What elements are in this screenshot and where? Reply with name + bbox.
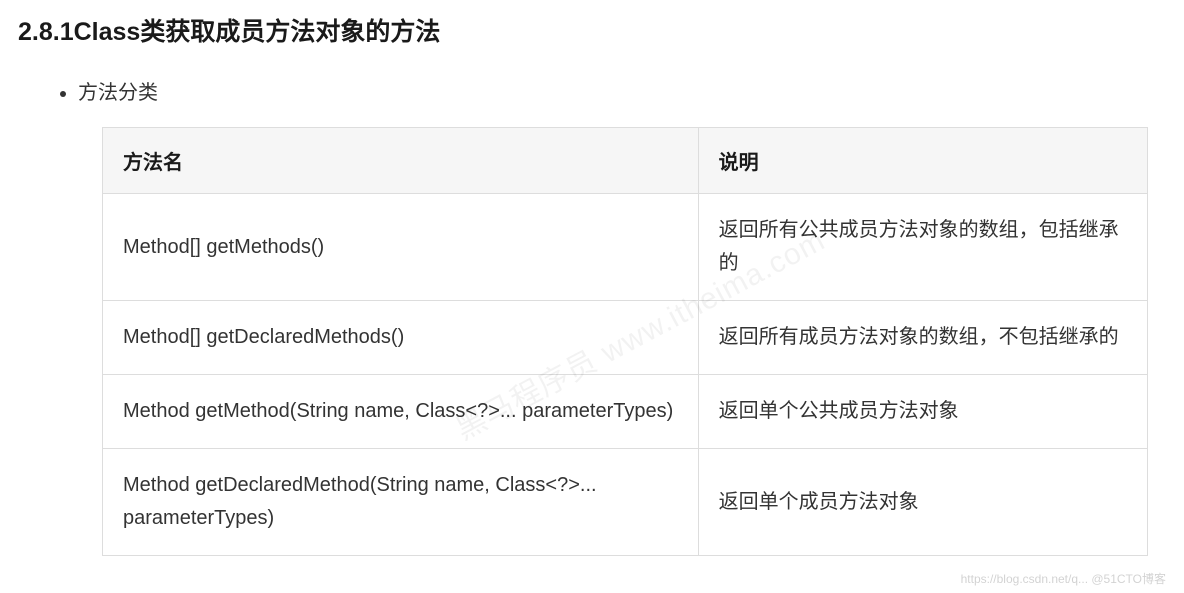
table-row: Method getMethod(String name, Class<?>..…	[103, 375, 1148, 449]
bullet-list: 方法分类	[18, 76, 1166, 105]
header-description: 说明	[698, 128, 1147, 194]
bullet-item: 方法分类	[78, 76, 1166, 105]
table-row: Method[] getMethods() 返回所有公共成员方法对象的数组，包括…	[103, 194, 1148, 301]
cell-method: Method getMethod(String name, Class<?>..…	[103, 375, 699, 449]
cell-desc: 返回单个成员方法对象	[698, 449, 1147, 556]
watermark-bottom-right: https://blog.csdn.net/q... @51CTO博客	[961, 570, 1166, 587]
table-row: Method getDeclaredMethod(String name, Cl…	[103, 449, 1148, 556]
table-row: Method[] getDeclaredMethods() 返回所有成员方法对象…	[103, 301, 1148, 375]
cell-method: Method[] getMethods()	[103, 194, 699, 301]
cell-method: Method getDeclaredMethod(String name, Cl…	[103, 449, 699, 556]
methods-table: 方法名 说明 Method[] getMethods() 返回所有公共成员方法对…	[102, 127, 1148, 556]
cell-desc: 返回所有公共成员方法对象的数组，包括继承的	[698, 194, 1147, 301]
cell-desc: 返回单个公共成员方法对象	[698, 375, 1147, 449]
section-heading: 2.8.1Class类获取成员方法对象的方法	[18, 12, 1166, 48]
table-header-row: 方法名 说明	[103, 128, 1148, 194]
header-method-name: 方法名	[103, 128, 699, 194]
methods-table-wrap: 方法名 说明 Method[] getMethods() 返回所有公共成员方法对…	[102, 127, 1148, 556]
cell-desc: 返回所有成员方法对象的数组，不包括继承的	[698, 301, 1147, 375]
cell-method: Method[] getDeclaredMethods()	[103, 301, 699, 375]
